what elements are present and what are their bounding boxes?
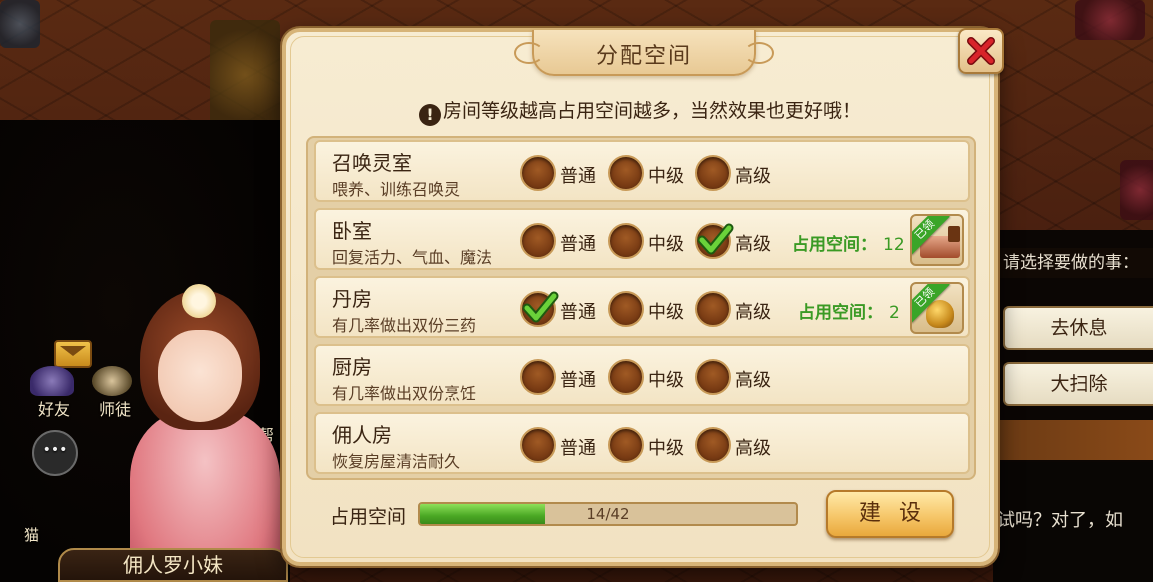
space-usage: 占用空间： 12 <box>792 230 905 255</box>
level-label: 普通 <box>560 438 596 459</box>
flower-icon <box>182 284 216 318</box>
level-label: 中级 <box>648 166 684 187</box>
room-name: 卧室 <box>332 219 372 243</box>
npc-name: 佣人罗小妹 <box>58 548 288 582</box>
choice-clean-button[interactable]: 大扫除 <box>1003 362 1153 406</box>
radio-button[interactable] <box>695 427 731 463</box>
decor-plant <box>210 20 280 130</box>
radio-button[interactable] <box>695 155 731 191</box>
notice-line: ! 房间等级越高占用空间越多，当然效果也更好哦！ <box>286 96 994 126</box>
chat-icon[interactable] <box>32 430 78 476</box>
decor-lantern <box>1075 0 1145 40</box>
room-desc: 有几率做出双份烹饪 <box>332 384 477 403</box>
level-label: 普通 <box>560 302 596 323</box>
usage-label: 占用空间 <box>330 506 407 528</box>
choice-rest-button[interactable]: 去休息 <box>1003 306 1153 350</box>
room-row-servant: 佣人房 恢复房屋清洁耐久 普通 中级 高级 <box>314 412 970 474</box>
level-label: 高级 <box>735 370 771 391</box>
decor-vase <box>0 0 40 48</box>
checkmark-icon <box>697 223 734 255</box>
space-usage-value: 12 <box>883 235 905 255</box>
modal-title: 分配空间 <box>595 44 692 69</box>
level-label: 中级 <box>648 438 684 459</box>
room-name: 召唤灵室 <box>332 151 412 175</box>
level-label: 普通 <box>560 370 596 391</box>
floor-strip <box>993 420 1153 460</box>
radio-button[interactable] <box>695 291 731 327</box>
level-label: 高级 <box>735 302 771 323</box>
progress-text: 14/42 <box>586 505 630 523</box>
radio-button[interactable] <box>520 427 556 463</box>
cat-label[interactable]: 猫 <box>24 524 39 545</box>
radio-button[interactable] <box>608 427 644 463</box>
mail-icon[interactable] <box>54 340 92 368</box>
radio-button[interactable] <box>608 359 644 395</box>
radio-button[interactable] <box>608 155 644 191</box>
room-row-summon: 召唤灵室 喂养、训练召唤灵 普通 中级 高级 <box>314 140 970 202</box>
level-label: 普通 <box>560 166 596 187</box>
room-name: 丹房 <box>332 287 372 311</box>
radio-button[interactable] <box>695 359 731 395</box>
space-progress-bar: 14/42 <box>418 502 798 526</box>
checkmark-icon <box>522 291 559 323</box>
level-label: 高级 <box>735 438 771 459</box>
space-usage-value: 2 <box>889 303 900 323</box>
close-button[interactable] <box>958 28 1004 74</box>
bed-icon[interactable]: 已领 <box>910 214 964 266</box>
room-list: 召唤灵室 喂养、训练召唤灵 普通 中级 高级 卧室 回复活力、气血、魔法 普通 … <box>306 136 976 480</box>
space-usage: 占用空间： 2 <box>798 298 900 323</box>
friends-label[interactable]: 好友 <box>28 396 80 420</box>
room-row-kitchen: 厨房 有几率做出双份烹饪 普通 中级 高级 <box>314 344 970 406</box>
level-label: 高级 <box>735 166 771 187</box>
choice-prompt: 请选择要做的事： <box>993 248 1153 278</box>
level-label: 中级 <box>648 302 684 323</box>
level-label: 高级 <box>735 234 771 255</box>
radio-button[interactable] <box>608 291 644 327</box>
build-button[interactable]: 建设 <box>826 490 954 538</box>
room-row-bedroom: 卧室 回复活力、气血、魔法 普通 中级 高级 占用空间： 12 已领 <box>314 208 970 270</box>
room-name: 佣人房 <box>332 423 392 447</box>
level-label: 中级 <box>648 370 684 391</box>
exclamation-icon: ! <box>418 104 441 126</box>
npc-dialog-box: 试吗？对了，如 <box>993 462 1153 582</box>
radio-button[interactable] <box>520 359 556 395</box>
decor-lantern <box>1120 160 1153 220</box>
npc-dialog-text: 试吗？对了，如 <box>997 510 1123 531</box>
room-desc: 恢复房屋清洁耐久 <box>332 452 461 471</box>
radio-button[interactable] <box>608 223 644 259</box>
pot-graphic <box>926 300 954 328</box>
level-label: 普通 <box>560 234 596 255</box>
friends-icon[interactable] <box>30 366 74 396</box>
room-desc: 回复活力、气血、魔法 <box>332 248 493 267</box>
space-usage-label: 占用空间： <box>798 303 883 323</box>
room-name: 厨房 <box>332 355 372 379</box>
npc-face <box>158 330 242 422</box>
room-desc: 有几率做出双份三药 <box>332 316 477 335</box>
space-usage-label: 占用空间： <box>792 235 877 255</box>
radio-button[interactable] <box>520 223 556 259</box>
room-desc: 喂养、训练召唤灵 <box>332 180 461 199</box>
allocate-space-modal: 分配空间 ! 房间等级越高占用空间越多，当然效果也更好哦！ 召唤灵室 喂养、训练召… <box>282 28 1004 566</box>
close-icon <box>967 37 995 65</box>
alchemy-pot-icon[interactable]: 已领 <box>910 282 964 334</box>
notice-text: 房间等级越高占用空间越多，当然效果也更好哦！ <box>442 100 861 122</box>
radio-button[interactable] <box>520 155 556 191</box>
level-label: 中级 <box>648 234 684 255</box>
npc-maid-portrait <box>100 280 290 582</box>
title-plate: 分配空间 <box>514 30 774 76</box>
room-row-alchemy: 丹房 有几率做出双份三药 普通 中级 高级 占用空间： 2 已领 <box>314 276 970 338</box>
